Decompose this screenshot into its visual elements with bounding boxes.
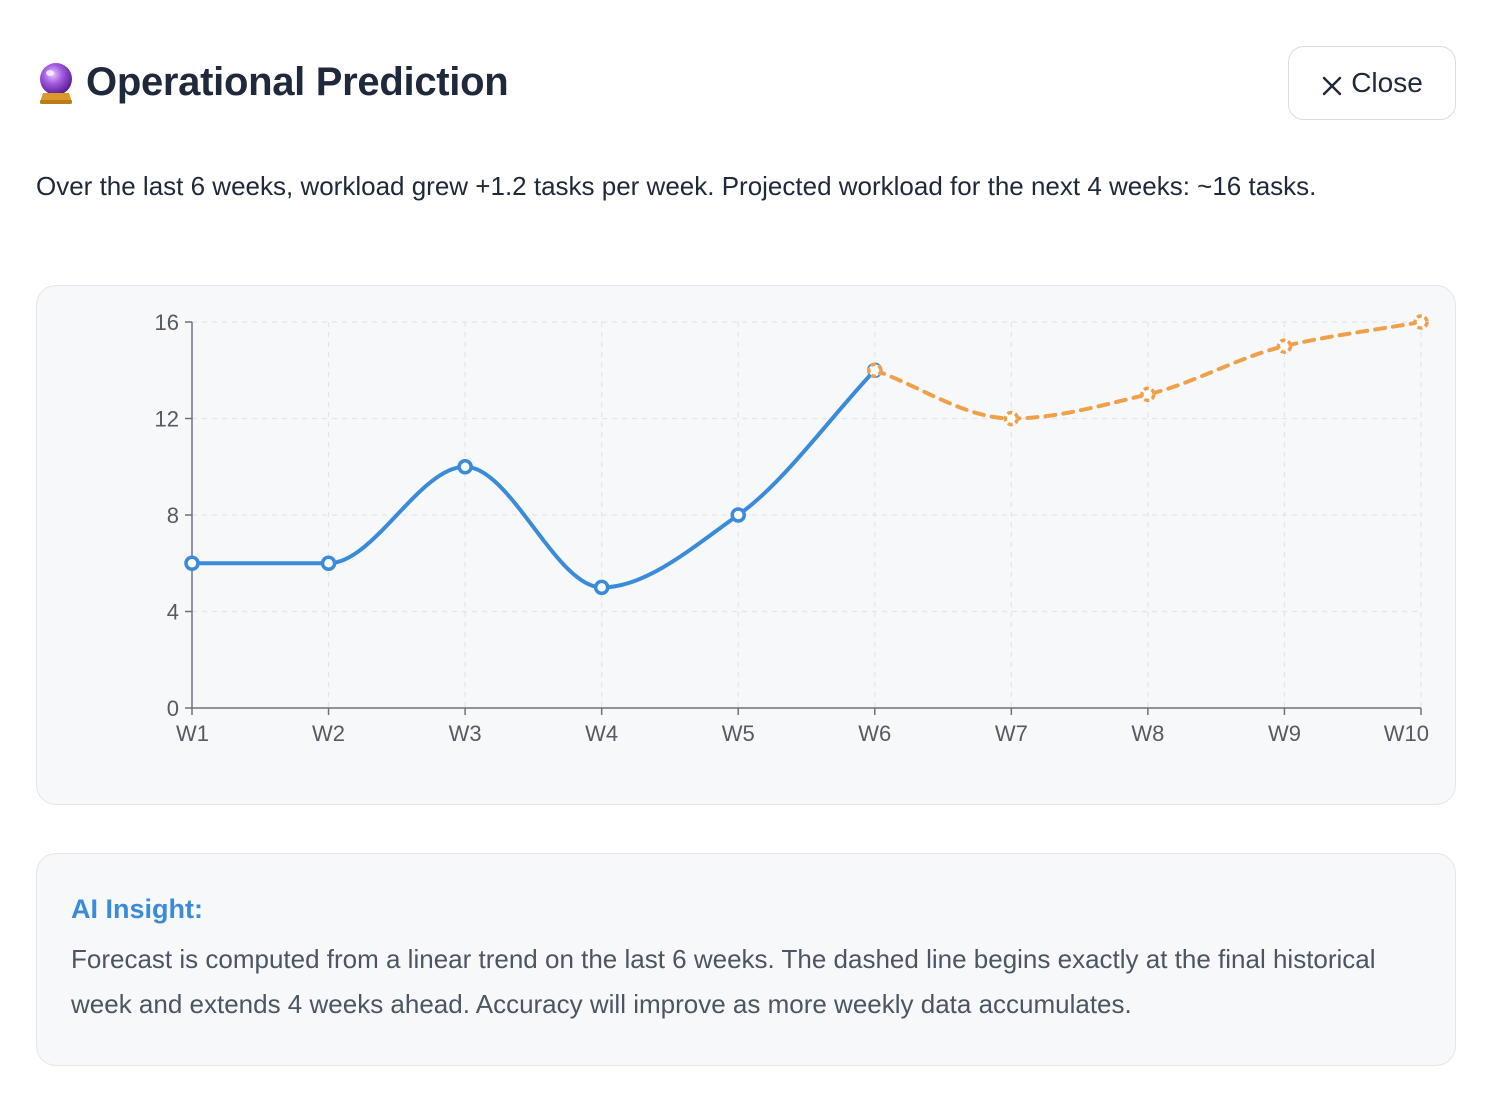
x-tick-label: W8 xyxy=(1131,721,1164,746)
prediction-summary: Over the last 6 weeks, workload grew +1.… xyxy=(36,171,1317,201)
chart-card: 0 4 8 12 16 W1 W2 W3 W4 W5 W6 W7 W8 W9 W10 xyxy=(36,285,1456,805)
x-tick-label: W9 xyxy=(1268,721,1301,746)
history-point xyxy=(457,459,473,475)
forecast-point xyxy=(1140,386,1156,403)
y-tick-label: 16 xyxy=(155,310,179,335)
forecast-point xyxy=(1413,314,1429,330)
history-point xyxy=(320,555,337,571)
history-point xyxy=(184,555,200,571)
history-line xyxy=(190,368,877,590)
x-tick-label: W2 xyxy=(312,721,345,746)
forecast-point xyxy=(1276,338,1293,354)
close-label: Close xyxy=(1351,67,1423,98)
y-tick-label: 4 xyxy=(167,600,179,625)
title-text: Operational Prediction xyxy=(86,60,509,104)
y-tick-label: 8 xyxy=(167,503,179,528)
close-icon xyxy=(1321,72,1343,96)
forecast-point xyxy=(1003,410,1020,427)
x-tick-label: W10 xyxy=(1384,721,1429,746)
insight-title: AI Insight: xyxy=(71,894,203,924)
x-tick-label: W7 xyxy=(995,721,1028,746)
modal-header: Operational Prediction Close xyxy=(36,46,1456,122)
insight-card: AI Insight: Forecast is computed from a … xyxy=(36,853,1456,1066)
y-tick-label: 0 xyxy=(167,696,179,721)
crystal-ball-icon xyxy=(36,61,76,105)
x-tick-label: W5 xyxy=(722,721,755,746)
x-tick-label: W1 xyxy=(176,721,209,746)
history-point xyxy=(593,579,610,596)
page-title: Operational Prediction xyxy=(36,60,509,105)
y-tick-label: 12 xyxy=(155,407,179,432)
history-point xyxy=(730,507,746,523)
x-tick-label: W4 xyxy=(585,721,618,746)
forecast-point xyxy=(867,362,883,378)
x-tick-label: W3 xyxy=(449,721,482,746)
x-tick-label: W6 xyxy=(858,721,891,746)
insight-text: Forecast is computed from a linear trend… xyxy=(71,944,1376,1019)
close-button[interactable]: Close xyxy=(1288,46,1456,120)
forecast-chart: 0 4 8 12 16 W1 W2 W3 W4 W5 W6 W7 W8 W9 W10 xyxy=(155,310,1429,746)
